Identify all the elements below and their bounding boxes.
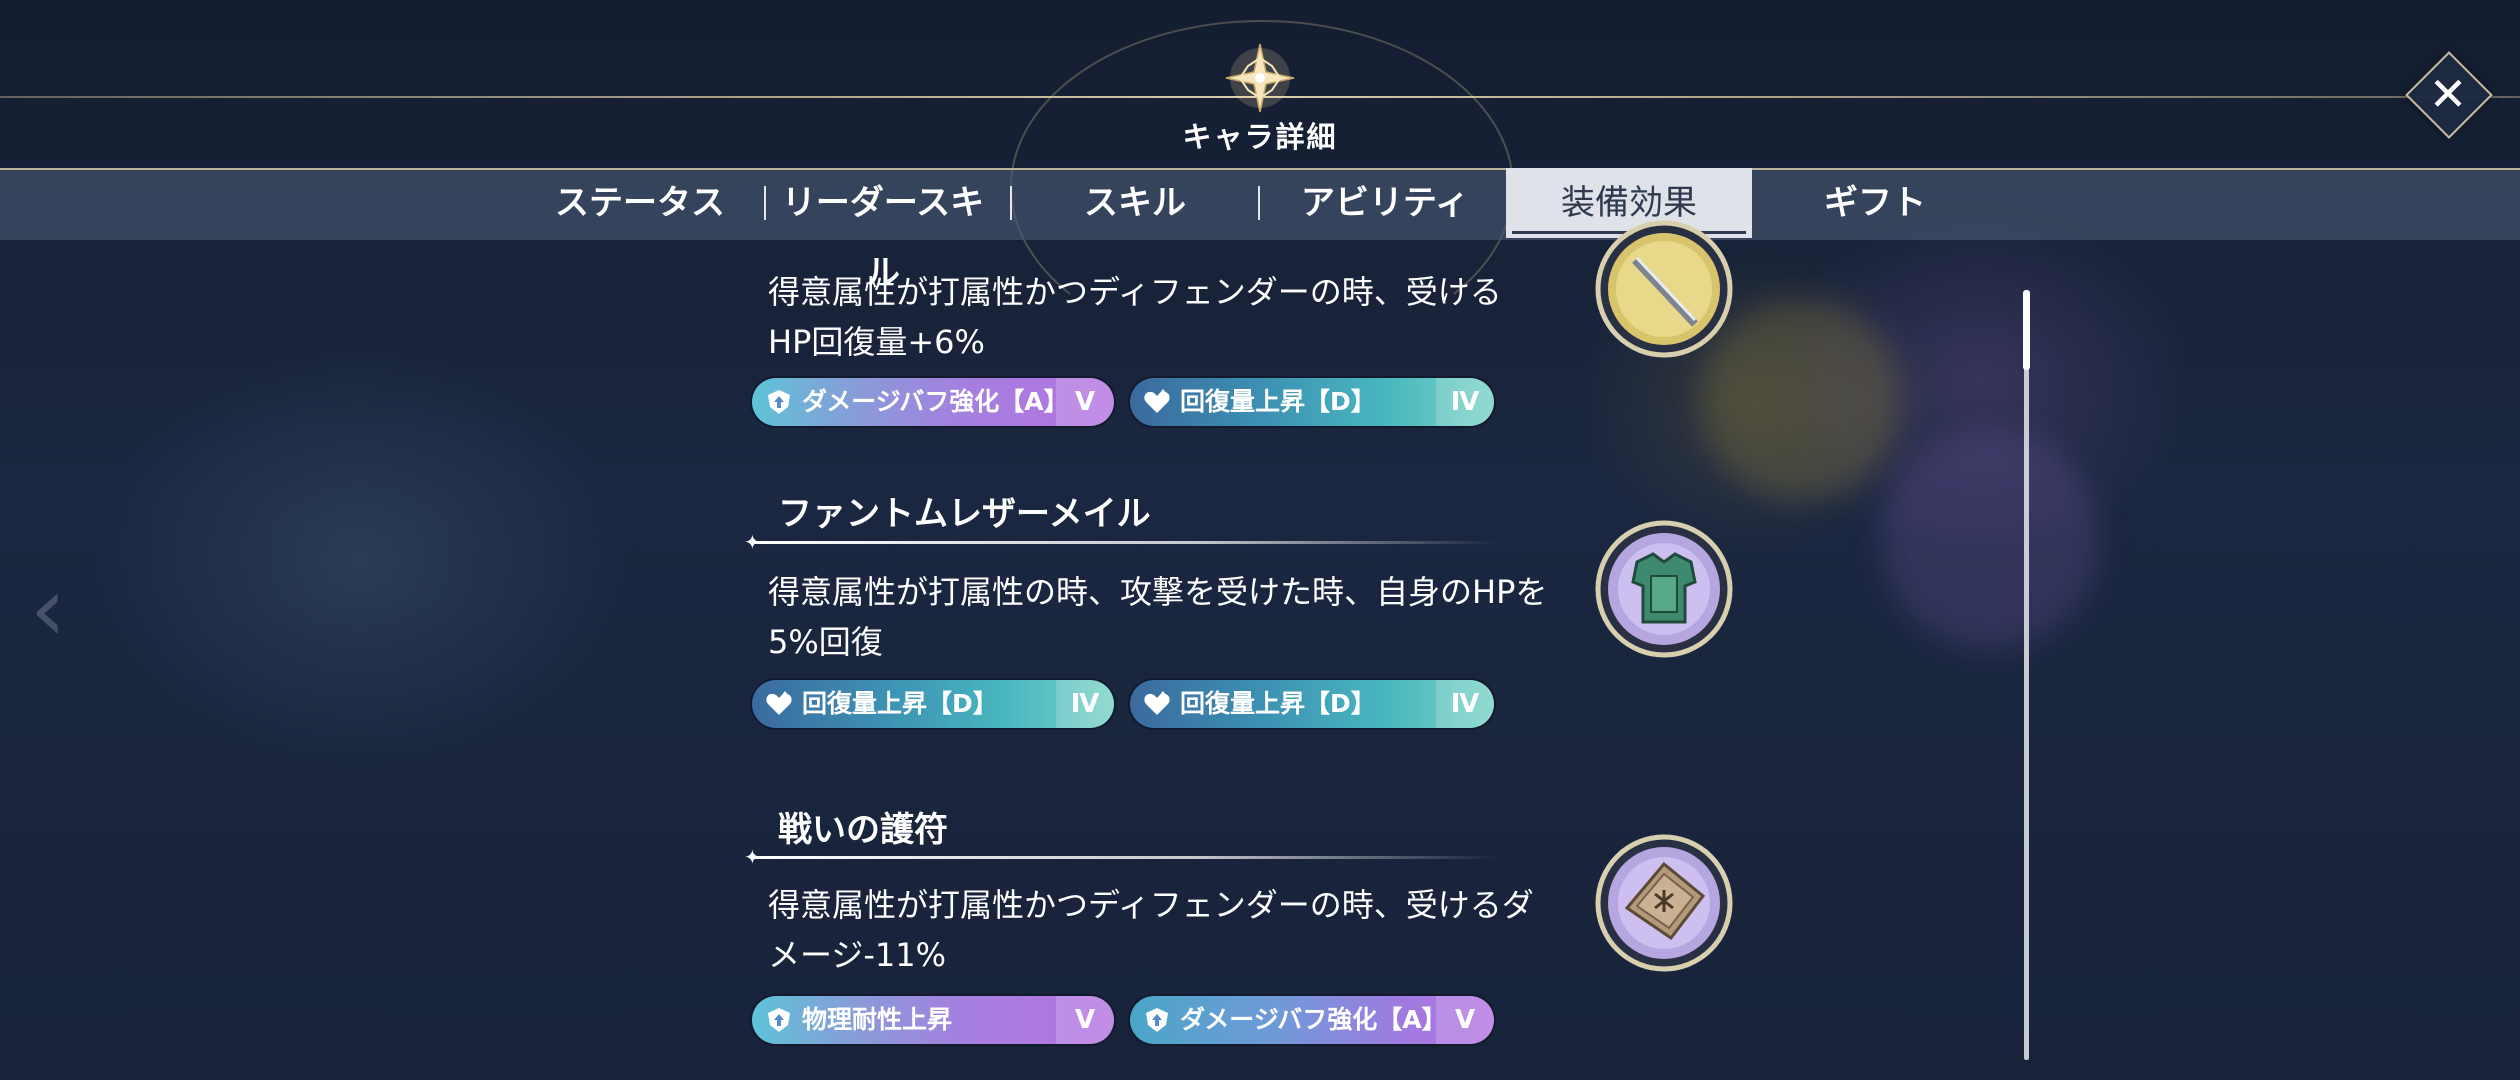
tab-separator: [1010, 186, 1012, 220]
heart-up-icon: [1144, 389, 1170, 413]
description-line: 得意属性が打属性かつディフェンダーの時、受ける: [768, 273, 1502, 311]
tag-label: ダメージバフ強化【A】: [802, 387, 1069, 416]
shield-up-icon: [1146, 1008, 1168, 1032]
close-button[interactable]: ✕: [2405, 51, 2493, 139]
tag-rank: Ⅴ: [1056, 996, 1114, 1044]
close-icon: ✕: [2428, 67, 2468, 121]
description-line: 得意属性が打属性かつディフェンダーの時、受けるダ: [768, 886, 1534, 924]
sparkle-icon: ✦: [744, 845, 761, 869]
tab-leader-skill[interactable]: リーダースキル: [766, 168, 1000, 293]
section-divider: ✦: [744, 532, 1496, 552]
effect-tag[interactable]: ダメージバフ強化【A】 Ⅴ: [1130, 996, 1494, 1044]
staff-disc-icon[interactable]: [1595, 220, 1733, 358]
tag-label: 物理耐性上昇: [802, 1005, 953, 1034]
effect-tag[interactable]: 物理耐性上昇 Ⅴ: [752, 996, 1114, 1044]
heart-up-icon: [766, 691, 792, 715]
equipment-name: 戦いの護符: [778, 810, 948, 850]
tab-status[interactable]: ステータス: [540, 168, 740, 238]
compass-star-icon: [1222, 40, 1298, 116]
tag-rank: Ⅳ: [1056, 680, 1114, 728]
description-line: 得意属性が打属性の時、攻撃を受けた時、自身のHPを: [768, 573, 1548, 611]
scrollbar-thumb[interactable]: [2023, 290, 2030, 370]
tab-bar: [0, 168, 2520, 240]
effect-tag[interactable]: 回復量上昇【D】 Ⅳ: [1130, 680, 1494, 728]
heart-up-icon: [1144, 691, 1170, 715]
tag-rank: Ⅳ: [1436, 378, 1494, 426]
equipment-name: ファントムレザーメイル: [778, 494, 1151, 534]
sparkle-icon: ✦: [744, 530, 761, 554]
tag-label: 回復量上昇【D】: [802, 689, 998, 718]
tag-rank: Ⅳ: [1436, 680, 1494, 728]
tab-gift[interactable]: ギフト: [1800, 168, 1950, 238]
page-title: キャラ詳細: [1182, 120, 1338, 154]
background-left-arrow-icon: ‹: [30, 557, 66, 662]
leather-armor-icon[interactable]: [1595, 520, 1733, 658]
tab-ability[interactable]: アビリティ: [1290, 168, 1480, 238]
tab-separator: [1258, 186, 1260, 220]
shield-up-icon: [768, 1008, 790, 1032]
equipment-description: 得意属性が打属性かつディフェンダーの時、受けるダ メージ-11%: [768, 880, 1568, 980]
effect-tag[interactable]: 回復量上昇【D】 Ⅳ: [752, 680, 1114, 728]
shield-up-icon: [768, 390, 790, 414]
tab-skill[interactable]: スキル: [1060, 168, 1210, 238]
effect-tag[interactable]: 回復量上昇【D】 Ⅳ: [1130, 378, 1494, 426]
description-line: 5%回復: [768, 623, 883, 661]
effect-tag[interactable]: ダメージバフ強化【A】 Ⅴ: [752, 378, 1114, 426]
equipment-description: 得意属性が打属性の時、攻撃を受けた時、自身のHPを 5%回復: [768, 567, 1568, 667]
scrollbar[interactable]: [2023, 290, 2030, 1060]
tag-rank: Ⅴ: [1436, 996, 1494, 1044]
description-line: メージ-11%: [768, 936, 947, 974]
tag-label: 回復量上昇【D】: [1180, 387, 1376, 416]
tag-label: 回復量上昇【D】: [1180, 689, 1376, 718]
equipment-description: 得意属性が打属性かつディフェンダーの時、受ける HP回復量+6%: [768, 267, 1568, 367]
tag-label: ダメージバフ強化【A】: [1180, 1005, 1447, 1034]
background-blur-portrait: [1880, 430, 2100, 650]
amulet-icon[interactable]: [1595, 834, 1733, 972]
section-divider: ✦: [744, 847, 1496, 867]
description-line: HP回復量+6%: [768, 323, 985, 361]
tag-rank: Ⅴ: [1056, 378, 1114, 426]
